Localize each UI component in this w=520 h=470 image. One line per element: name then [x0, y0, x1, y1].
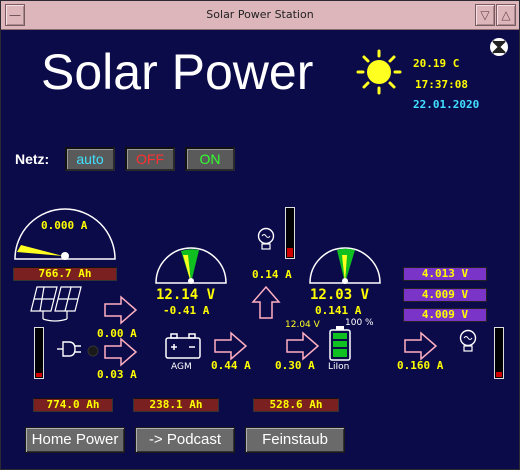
battery-icon: [165, 333, 201, 359]
title-bar[interactable]: — Solar Power Station ▽ △: [1, 1, 519, 30]
podcast-button[interactable]: -> Podcast: [135, 427, 235, 453]
agm-voltage: 12.14 V: [156, 287, 216, 303]
netz-on-button[interactable]: ON: [185, 147, 235, 171]
flow-arrow-liion: [286, 331, 320, 361]
minimize-button[interactable]: ▽: [475, 4, 495, 26]
sun-icon: [356, 49, 402, 95]
agm-voltage-gauge: [155, 247, 227, 284]
lamp-current: 0.14 A: [252, 268, 292, 281]
netz-label: Netz:: [15, 151, 50, 167]
maximize-button[interactable]: △: [496, 4, 516, 26]
lamp-level-bar: [285, 207, 295, 259]
liion-voltage-gauge: [309, 247, 381, 284]
page-title: Solar Power: [41, 44, 314, 100]
flow-arrow-solar: [104, 295, 138, 325]
liion-battery-icon: [329, 326, 351, 361]
flow-arrow-load: [404, 331, 438, 361]
cell-voltage-1: 4.013 V: [403, 267, 487, 281]
solar-gauge: [14, 208, 116, 260]
status-dot: [87, 345, 99, 357]
agm-current: -0.41 A: [163, 304, 210, 317]
flow-agm-current: 0.44 A: [211, 359, 251, 372]
flow-arrow-up: [251, 285, 281, 319]
temperature-readout: 20.19 C: [413, 57, 460, 70]
main-window: — Solar Power Station ▽ △ Solar Power 20…: [0, 0, 520, 470]
close-icon[interactable]: [489, 37, 509, 57]
agm-label: AGM: [171, 362, 192, 372]
netz-off-button[interactable]: OFF: [125, 147, 175, 171]
flow-liion-current: 0.30 A: [275, 359, 315, 372]
counter-liion-ah: 528.6 Ah: [253, 398, 339, 412]
right-level-bar: [494, 327, 504, 379]
netz-auto-button[interactable]: auto: [65, 147, 115, 171]
date-readout: 22.01.2020: [413, 98, 480, 111]
counter-grid-ah: 774.0 Ah: [33, 398, 113, 412]
time-readout: 17:37:08: [415, 78, 468, 91]
solar-current: 0.000 A: [41, 219, 88, 232]
maximize-icon: △: [501, 8, 511, 22]
lightbulb-icon: [257, 227, 275, 250]
solar-ah-counter: 766.7 Ah: [13, 267, 117, 281]
window-title: Solar Power Station: [206, 8, 314, 21]
home-power-button[interactable]: Home Power: [25, 427, 125, 453]
left-level-bar: [34, 327, 44, 379]
flow-grid-current: 0.03 A: [97, 368, 137, 381]
liion-cell-voltage: 12.04 V: [285, 320, 320, 330]
flow-arrow-grid: [104, 337, 138, 367]
liion-current: 0.141 A: [315, 304, 362, 317]
liion-label: LiIon: [328, 362, 350, 372]
counter-agm-ah: 238.1 Ah: [133, 398, 219, 412]
flow-arrow-agm: [214, 331, 248, 361]
liion-voltage: 12.03 V: [310, 287, 370, 303]
minimize-icon: ▽: [480, 8, 490, 22]
feinstaub-button[interactable]: Feinstaub: [245, 427, 345, 453]
plug-icon: [57, 341, 81, 357]
solar-panel-icon: [30, 286, 82, 322]
flow-load-current: 0.160 A: [397, 359, 444, 372]
cell-voltage-2: 4.009 V: [403, 288, 487, 302]
cell-voltage-3: 4.009 V: [403, 308, 487, 322]
lightbulb-icon-load: [459, 329, 477, 352]
